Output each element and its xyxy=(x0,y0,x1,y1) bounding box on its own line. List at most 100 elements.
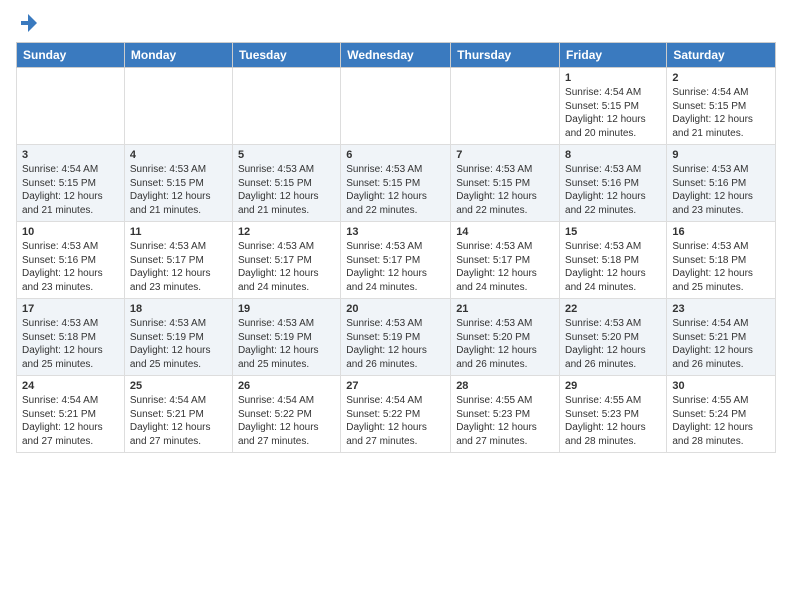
col-wednesday: Wednesday xyxy=(341,43,451,68)
day-number: 6 xyxy=(346,149,445,161)
day-info: Sunrise: 4:53 AM Sunset: 5:17 PM Dayligh… xyxy=(130,240,227,294)
calendar-body: 1Sunrise: 4:54 AM Sunset: 5:15 PM Daylig… xyxy=(17,68,776,453)
day-number: 26 xyxy=(238,380,335,392)
day-info: Sunrise: 4:53 AM Sunset: 5:19 PM Dayligh… xyxy=(238,317,335,371)
day-info: Sunrise: 4:53 AM Sunset: 5:16 PM Dayligh… xyxy=(22,240,119,294)
day-number: 7 xyxy=(456,149,554,161)
table-cell: 30 Sunrise: 4:55 AM Sunset: 5:24 PM Dayli… xyxy=(667,376,776,453)
day-info: Sunrise: 4:53 AM Sunset: 5:15 PM Dayligh… xyxy=(346,163,445,217)
day-number: 11 xyxy=(130,226,227,238)
table-cell: 16 Sunrise: 4:53 AM Sunset: 5:18 PM Dayli… xyxy=(667,222,776,299)
col-thursday: Thursday xyxy=(451,43,560,68)
calendar-header: Sunday Monday Tuesday Wednesday Thursday… xyxy=(17,43,776,68)
col-tuesday: Tuesday xyxy=(232,43,340,68)
table-cell: 29 Sunrise: 4:55 AM Sunset: 5:23 PM Dayli… xyxy=(560,376,667,453)
day-info: Sunrise: 4:54 AM Sunset: 5:22 PM Dayligh… xyxy=(238,394,335,448)
col-saturday: Saturday xyxy=(667,43,776,68)
day-number: 5 xyxy=(238,149,335,161)
day-number: 29 xyxy=(565,380,661,392)
table-cell: 10 Sunrise: 4:53 AM Sunset: 5:16 PM Dayli… xyxy=(17,222,125,299)
day-number: 12 xyxy=(238,226,335,238)
day-number: 20 xyxy=(346,303,445,315)
table-cell xyxy=(232,68,340,145)
day-number: 9 xyxy=(672,149,770,161)
day-number: 10 xyxy=(22,226,119,238)
page: Sunday Monday Tuesday Wednesday Thursday… xyxy=(0,0,792,612)
day-info: Sunrise: 4:53 AM Sunset: 5:19 PM Dayligh… xyxy=(346,317,445,371)
day-info: Sunrise: 4:55 AM Sunset: 5:23 PM Dayligh… xyxy=(565,394,661,448)
day-info: Sunrise: 4:55 AM Sunset: 5:24 PM Dayligh… xyxy=(672,394,770,448)
header-row: Sunday Monday Tuesday Wednesday Thursday… xyxy=(17,43,776,68)
table-cell: 7 Sunrise: 4:53 AM Sunset: 5:15 PM Daylig… xyxy=(451,145,560,222)
day-number: 25 xyxy=(130,380,227,392)
col-sunday: Sunday xyxy=(17,43,125,68)
table-cell xyxy=(124,68,232,145)
day-number: 22 xyxy=(565,303,661,315)
day-info: Sunrise: 4:54 AM Sunset: 5:15 PM Dayligh… xyxy=(22,163,119,217)
table-cell: 19 Sunrise: 4:53 AM Sunset: 5:19 PM Dayli… xyxy=(232,299,340,376)
calendar-row: 17Sunrise: 4:53 AM Sunset: 5:18 PM Dayli… xyxy=(17,299,776,376)
day-info: Sunrise: 4:53 AM Sunset: 5:17 PM Dayligh… xyxy=(238,240,335,294)
day-number: 18 xyxy=(130,303,227,315)
table-cell: 3 Sunrise: 4:54 AM Sunset: 5:15 PM Daylig… xyxy=(17,145,125,222)
day-number: 2 xyxy=(672,72,770,84)
day-info: Sunrise: 4:55 AM Sunset: 5:23 PM Dayligh… xyxy=(456,394,554,448)
day-info: Sunrise: 4:53 AM Sunset: 5:17 PM Dayligh… xyxy=(346,240,445,294)
day-info: Sunrise: 4:53 AM Sunset: 5:20 PM Dayligh… xyxy=(456,317,554,371)
day-number: 15 xyxy=(565,226,661,238)
table-cell: 20 Sunrise: 4:53 AM Sunset: 5:19 PM Dayli… xyxy=(341,299,451,376)
calendar-row: 24 Sunrise: 4:54 AM Sunset: 5:21 PM Dayli… xyxy=(17,376,776,453)
table-cell: 23Sunrise: 4:54 AM Sunset: 5:21 PM Dayli… xyxy=(667,299,776,376)
calendar-row: 3 Sunrise: 4:54 AM Sunset: 5:15 PM Daylig… xyxy=(17,145,776,222)
day-info: Sunrise: 4:53 AM Sunset: 5:20 PM Dayligh… xyxy=(565,317,661,371)
day-info: Sunrise: 4:54 AM Sunset: 5:21 PM Dayligh… xyxy=(130,394,227,448)
day-info: Sunrise: 4:53 AM Sunset: 5:15 PM Dayligh… xyxy=(130,163,227,217)
day-number: 13 xyxy=(346,226,445,238)
table-cell: 26 Sunrise: 4:54 AM Sunset: 5:22 PM Dayli… xyxy=(232,376,340,453)
calendar-table: Sunday Monday Tuesday Wednesday Thursday… xyxy=(16,42,776,453)
table-cell: 4Sunrise: 4:53 AM Sunset: 5:15 PM Daylig… xyxy=(124,145,232,222)
table-cell: 18Sunrise: 4:53 AM Sunset: 5:19 PM Dayli… xyxy=(124,299,232,376)
table-cell: 22 Sunrise: 4:53 AM Sunset: 5:20 PM Dayli… xyxy=(560,299,667,376)
calendar-row: 10 Sunrise: 4:53 AM Sunset: 5:16 PM Dayli… xyxy=(17,222,776,299)
day-info: Sunrise: 4:53 AM Sunset: 5:15 PM Dayligh… xyxy=(456,163,554,217)
day-info: Sunrise: 4:54 AM Sunset: 5:22 PM Dayligh… xyxy=(346,394,445,448)
table-cell: 12 Sunrise: 4:53 AM Sunset: 5:17 PM Dayli… xyxy=(232,222,340,299)
header xyxy=(16,12,776,34)
day-info: Sunrise: 4:54 AM Sunset: 5:15 PM Dayligh… xyxy=(672,86,770,140)
day-number: 28 xyxy=(456,380,554,392)
day-number: 3 xyxy=(22,149,119,161)
table-cell: 11 Sunrise: 4:53 AM Sunset: 5:17 PM Dayli… xyxy=(124,222,232,299)
day-number: 16 xyxy=(672,226,770,238)
day-number: 27 xyxy=(346,380,445,392)
table-cell: 21 Sunrise: 4:53 AM Sunset: 5:20 PM Dayli… xyxy=(451,299,560,376)
logo xyxy=(16,12,40,34)
table-cell xyxy=(17,68,125,145)
logo-icon xyxy=(17,12,39,34)
day-number: 21 xyxy=(456,303,554,315)
table-cell: 2 Sunrise: 4:54 AM Sunset: 5:15 PM Daylig… xyxy=(667,68,776,145)
day-info: Sunrise: 4:53 AM Sunset: 5:18 PM Dayligh… xyxy=(672,240,770,294)
table-cell: 8Sunrise: 4:53 AM Sunset: 5:16 PM Daylig… xyxy=(560,145,667,222)
day-info: Sunrise: 4:54 AM Sunset: 5:21 PM Dayligh… xyxy=(672,317,770,371)
day-number: 24 xyxy=(22,380,119,392)
day-number: 17 xyxy=(22,303,119,315)
table-cell: 14 Sunrise: 4:53 AM Sunset: 5:17 PM Dayli… xyxy=(451,222,560,299)
table-cell: 28 Sunrise: 4:55 AM Sunset: 5:23 PM Dayli… xyxy=(451,376,560,453)
table-cell: 25 Sunrise: 4:54 AM Sunset: 5:21 PM Dayli… xyxy=(124,376,232,453)
day-info: Sunrise: 4:53 AM Sunset: 5:17 PM Dayligh… xyxy=(456,240,554,294)
day-number: 14 xyxy=(456,226,554,238)
table-cell: 27 Sunrise: 4:54 AM Sunset: 5:22 PM Dayli… xyxy=(341,376,451,453)
day-info: Sunrise: 4:53 AM Sunset: 5:18 PM Dayligh… xyxy=(565,240,661,294)
table-cell: 9 Sunrise: 4:53 AM Sunset: 5:16 PM Daylig… xyxy=(667,145,776,222)
table-cell: 5 Sunrise: 4:53 AM Sunset: 5:15 PM Daylig… xyxy=(232,145,340,222)
day-info: Sunrise: 4:53 AM Sunset: 5:15 PM Dayligh… xyxy=(238,163,335,217)
table-cell: 6 Sunrise: 4:53 AM Sunset: 5:15 PM Daylig… xyxy=(341,145,451,222)
day-info: Sunrise: 4:53 AM Sunset: 5:16 PM Dayligh… xyxy=(672,163,770,217)
day-number: 19 xyxy=(238,303,335,315)
table-cell xyxy=(451,68,560,145)
table-cell: 24Sunrise: 4:54 AM Sunset: 5:21 PM Dayli… xyxy=(17,376,125,453)
day-number: 30 xyxy=(672,380,770,392)
table-cell: 15 Sunrise: 4:53 AM Sunset: 5:18 PM Dayli… xyxy=(560,222,667,299)
day-info: Sunrise: 4:54 AM Sunset: 5:15 PM Dayligh… xyxy=(565,86,661,140)
